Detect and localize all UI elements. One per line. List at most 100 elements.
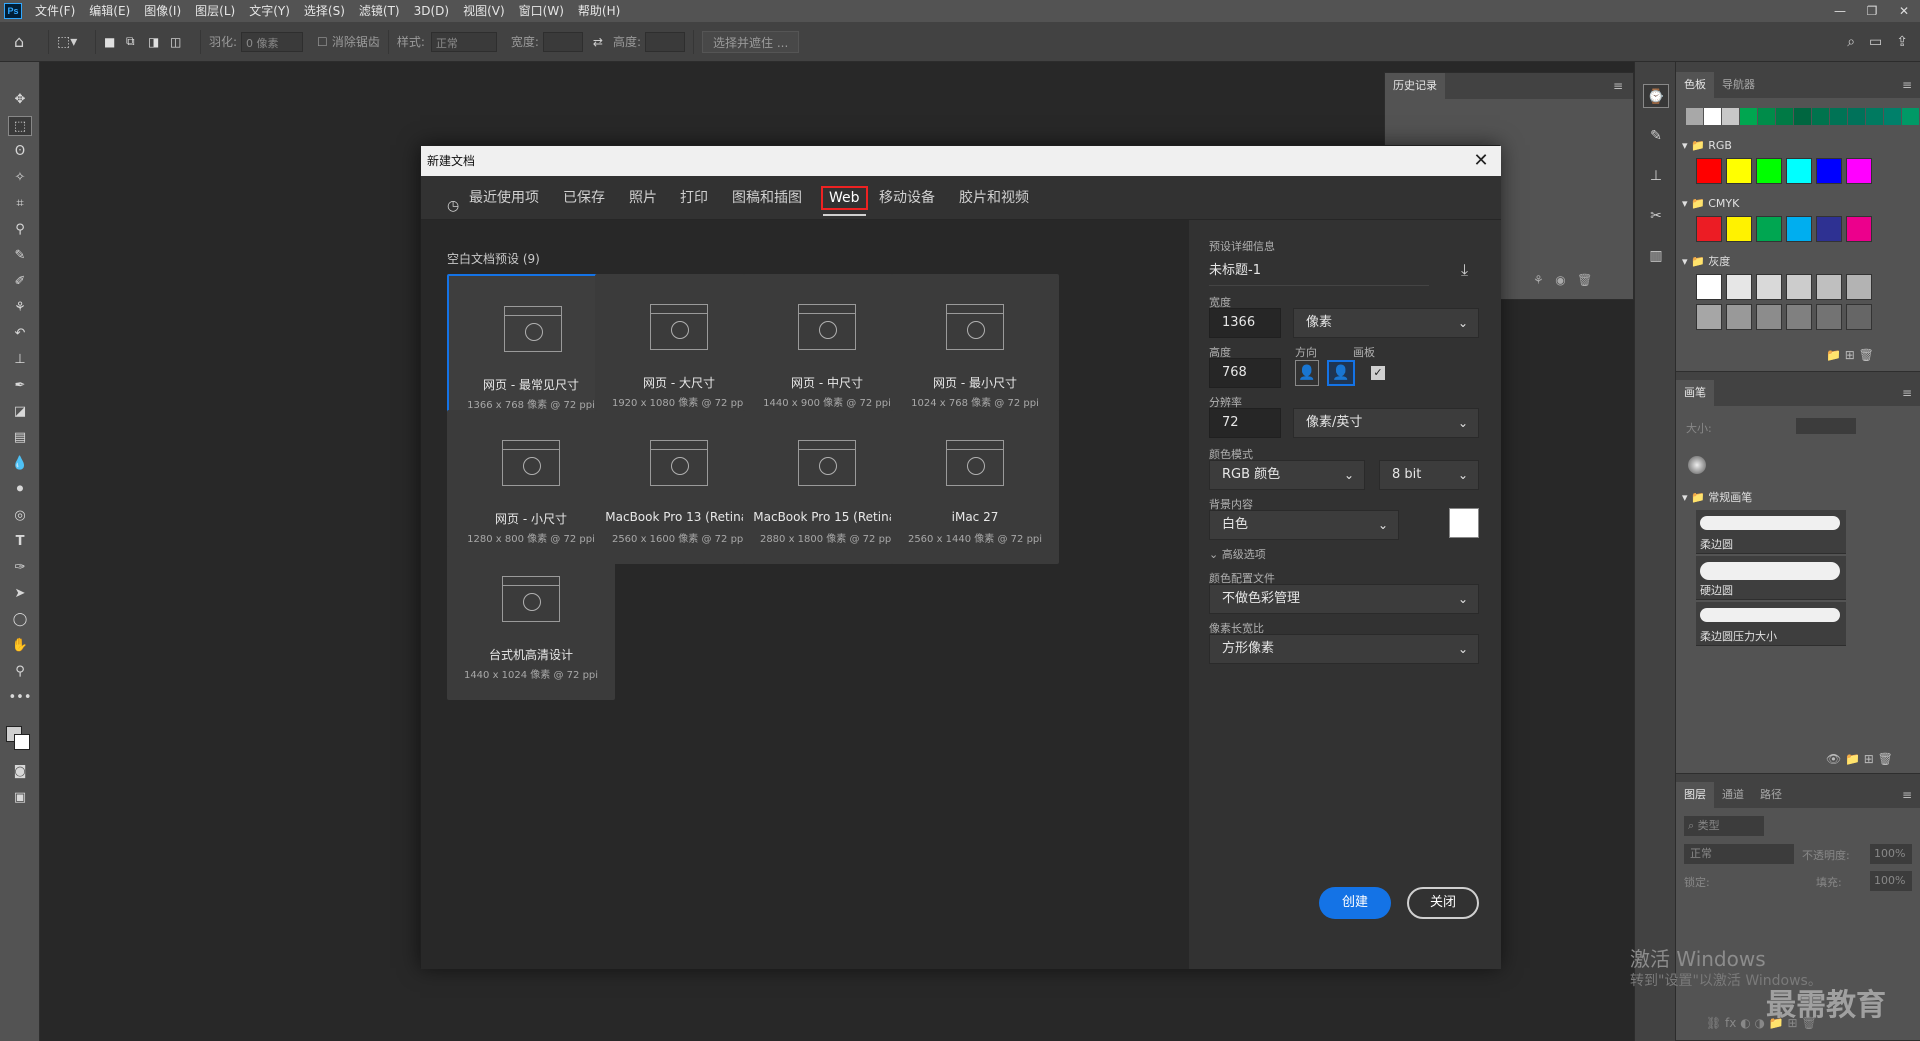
tab-art-illustration[interactable]: 图稿和插图 (726, 186, 808, 210)
create-button[interactable]: 创建 (1319, 887, 1391, 919)
recent-swatch[interactable] (1866, 108, 1883, 125)
panel-menu-icon[interactable]: ≡ (1902, 386, 1912, 400)
close-button[interactable]: 关闭 (1407, 887, 1479, 919)
color-swatch[interactable] (1696, 158, 1722, 184)
close-icon[interactable]: ✕ (1469, 146, 1493, 176)
workspace-icon[interactable]: ▭ (1869, 34, 1882, 50)
width-input[interactable] (542, 31, 583, 52)
recent-swatch[interactable] (1812, 108, 1829, 125)
portrait-icon[interactable]: 👤 (1295, 360, 1319, 386)
color-swatch[interactable] (1696, 274, 1722, 300)
opacity-input[interactable]: 100% (1870, 844, 1912, 864)
advanced-options-toggle[interactable]: ⌄ 高级选项 (1209, 546, 1266, 562)
recent-swatch[interactable] (1758, 108, 1775, 125)
preset-card[interactable]: 网页 - 最常见尺寸 1366 x 768 像素 @ 72 ppi (447, 274, 615, 428)
color-swatch[interactable] (1696, 304, 1722, 330)
color-swatch[interactable] (1726, 158, 1752, 184)
color-mode-select[interactable]: RGB 颜色 ⌄ (1209, 460, 1365, 490)
color-swatch[interactable] (1846, 274, 1872, 300)
path-selection-tool-icon[interactable]: ➤ (8, 584, 32, 604)
background-color-swatch[interactable] (14, 734, 30, 750)
preset-card[interactable]: 网页 - 最小尺寸 1024 x 768 像素 @ 72 ppi (891, 274, 1059, 428)
fill-input[interactable]: 100% (1870, 871, 1912, 891)
color-swatch[interactable] (1786, 304, 1812, 330)
more-tools-icon[interactable]: ••• (8, 688, 32, 708)
brush-preview-icon[interactable] (1688, 456, 1706, 474)
color-swatch[interactable] (1756, 304, 1782, 330)
artboard-checkbox[interactable]: ✓ (1371, 366, 1385, 380)
recent-swatch[interactable] (1686, 108, 1703, 125)
sponge-tool-icon[interactable]: ◎ (8, 506, 32, 526)
zoom-tool-icon[interactable]: ⚲ (8, 662, 32, 682)
swatch-group-cmyk[interactable]: ▾ 📁 CMYK (1682, 194, 1739, 214)
dodge-tool-icon[interactable]: ⚫ (8, 480, 32, 500)
background-select[interactable]: 白色 ⌄ (1209, 510, 1399, 540)
clone-stamp-tool-icon[interactable]: ⚘ (8, 298, 32, 318)
menu-view[interactable]: 视图(V) (456, 0, 512, 22)
save-preset-icon[interactable]: ⤓ (1461, 260, 1468, 280)
ellipse-tool-icon[interactable]: ◯ (8, 610, 32, 630)
color-swatch[interactable] (1726, 274, 1752, 300)
menu-layer[interactable]: 图层(L) (188, 0, 242, 22)
layer-filter-select[interactable]: ⌕ 类型 (1684, 816, 1764, 836)
document-name-input[interactable]: 未标题-1 (1209, 256, 1429, 286)
add-selection-icon[interactable]: ⧉ (126, 34, 148, 49)
resolution-input[interactable]: 72 (1209, 408, 1281, 438)
pixel-aspect-select[interactable]: 方形像素 ⌄ (1209, 634, 1479, 664)
color-swatch[interactable] (1846, 304, 1872, 330)
width-input[interactable]: 1366 (1209, 308, 1281, 338)
color-profile-select[interactable]: 不做色彩管理 ⌄ (1209, 584, 1479, 614)
move-tool-icon[interactable]: ✥ (8, 90, 32, 110)
color-swatch[interactable] (1816, 216, 1842, 242)
brush-item[interactable]: 硬边圆 (1696, 556, 1846, 600)
tab-layers[interactable]: 图层 (1676, 782, 1714, 808)
blend-mode-select[interactable]: 正常 (1684, 844, 1794, 864)
color-swatch[interactable] (1756, 158, 1782, 184)
magic-wand-tool-icon[interactable]: ✧ (8, 168, 32, 188)
recent-swatch[interactable] (1848, 108, 1865, 125)
screen-mode-icon[interactable]: ▣ (8, 788, 32, 808)
bit-depth-select[interactable]: 8 bit ⌄ (1379, 460, 1479, 490)
panel-menu-icon[interactable]: ≡ (1902, 78, 1912, 92)
menu-window[interactable]: 窗口(W) (512, 0, 571, 22)
marquee-tool-preset-icon[interactable]: ⬚▾ (57, 34, 87, 50)
quick-mask-icon[interactable]: ◙ (8, 762, 32, 782)
menu-type[interactable]: 文字(Y) (242, 0, 297, 22)
color-swatch[interactable] (1786, 274, 1812, 300)
width-unit-select[interactable]: 像素 ⌄ (1293, 308, 1479, 338)
tab-brushes[interactable]: 画笔 (1676, 380, 1714, 406)
tab-swatches[interactable]: 色板 (1676, 72, 1714, 98)
menu-help[interactable]: 帮助(H) (571, 0, 627, 22)
preset-card[interactable]: MacBook Pro 15 (Retina) 2880 x 1800 像素 @ … (743, 410, 911, 564)
pen-tool-icon[interactable]: ✑ (8, 558, 32, 578)
healing-brush-tool-icon[interactable]: ✎ (8, 246, 32, 266)
marquee-tool-icon[interactable]: ⬚ (8, 116, 32, 136)
height-input[interactable] (645, 31, 686, 52)
brush-group-general[interactable]: ▾ 📁 常规画笔 (1682, 488, 1752, 508)
color-swatch[interactable] (1786, 158, 1812, 184)
tab-film-video[interactable]: 胶片和视频 (953, 186, 1035, 210)
color-swatch[interactable] (1846, 158, 1872, 184)
preset-card[interactable]: 网页 - 中尺寸 1440 x 900 像素 @ 72 ppi (743, 274, 911, 428)
color-swatch[interactable] (1726, 216, 1752, 242)
tab-paths[interactable]: 路径 (1752, 782, 1790, 808)
color-swatch[interactable] (1726, 304, 1752, 330)
feather-input[interactable]: 0 像素 (241, 31, 304, 52)
tab-channels[interactable]: 通道 (1714, 782, 1752, 808)
resolution-unit-select[interactable]: 像素/英寸 ⌄ (1293, 408, 1479, 438)
color-swatch[interactable] (1816, 158, 1842, 184)
brush-item[interactable]: 柔边圆 (1696, 510, 1846, 554)
background-color-swatch[interactable] (1449, 508, 1479, 538)
select-and-mask-button[interactable]: 选择并遮住 ... (702, 30, 800, 53)
tab-history[interactable]: 历史记录 (1385, 73, 1445, 99)
antialias-checkbox[interactable]: ☐ (317, 35, 328, 49)
search-icon[interactable]: ⌕ (1847, 34, 1855, 50)
swap-icon[interactable]: ⇄ (593, 35, 603, 49)
recent-swatch[interactable] (1740, 108, 1757, 125)
menu-3d[interactable]: 3D(D) (407, 0, 456, 22)
menu-file[interactable]: 文件(F) (28, 0, 82, 22)
swatch-group-gray[interactable]: ▾ 📁 灰度 (1682, 252, 1730, 272)
tab-recent[interactable]: 最近使用项 (463, 186, 545, 210)
panel-menu-icon[interactable]: ≡ (1613, 79, 1623, 93)
lasso-tool-icon[interactable]: ʘ (8, 142, 32, 162)
